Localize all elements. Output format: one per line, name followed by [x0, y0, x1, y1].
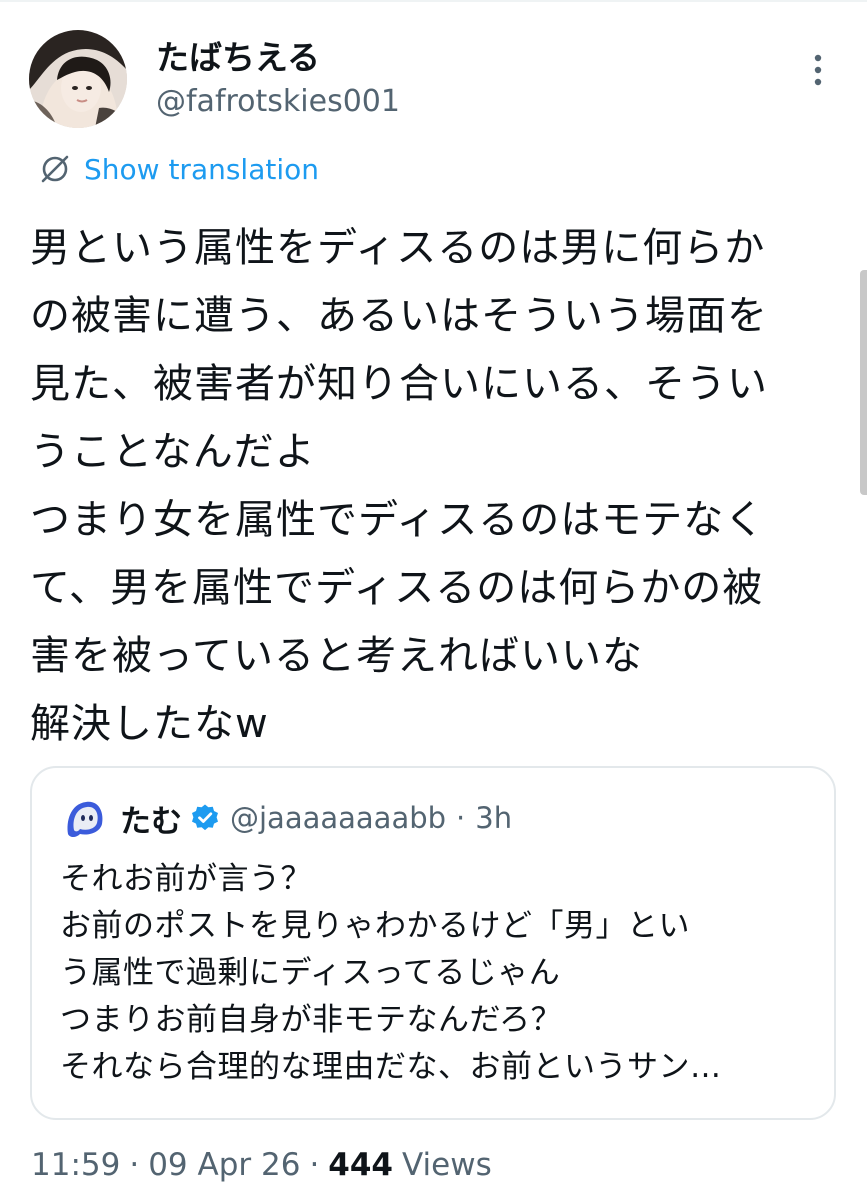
author-display-name[interactable]: たばちえる — [156, 38, 320, 78]
user-avatar-photo — [29, 30, 127, 128]
tweet-meta: 11:59 · 09 Apr 26 · 444 Views — [31, 1144, 492, 1186]
quoted-text-line: それお前が言う？ — [60, 861, 312, 897]
quoted-tweet-header: たむ @jaaaaaaaabb · 3h — [120, 796, 512, 840]
quoted-text-line: お前のポストを見りゃわかるけど「男」とい — [60, 908, 690, 944]
more-options-button[interactable] — [796, 50, 840, 90]
views-label[interactable]: Views — [402, 1147, 492, 1183]
blue-ghost-avatar — [60, 794, 108, 842]
tweet-text-line: うことなんだよ — [30, 429, 316, 475]
tweet-text-line: 害を被っていると考えればいいな — [30, 633, 643, 679]
quoted-author-handle[interactable]: @jaaaaaaaabb — [230, 801, 446, 835]
tweet-text-line: 男という属性をディスるのは男に何らか — [30, 225, 766, 271]
show-translation-link[interactable]: Show translation — [38, 150, 319, 188]
quoted-tweet-text: それお前が言う？ お前のポストを見りゃわかるけど「男」とい う属性で過剰にディス… — [60, 856, 820, 1091]
tweet-text-line: の被害に遭う、あるいはそういう場面を — [30, 293, 768, 339]
tweet-text-line: つまり女を属性でディスるのはモテなく — [30, 497, 766, 543]
quoted-author-name[interactable]: たむ — [120, 796, 182, 841]
quoted-timestamp[interactable]: 3h — [475, 801, 512, 835]
quoted-text-line: つまりお前自身が非モテなんだろ？ — [60, 1002, 563, 1038]
tweet-text-line: て、男を属性でディスるのは何らかの被 — [30, 565, 764, 611]
author-handle[interactable]: @fafrotskies001 — [156, 83, 400, 121]
tweet-date[interactable]: 09 Apr 26 — [148, 1147, 300, 1183]
meta-separator: · — [129, 1147, 140, 1183]
quoted-text-line: う属性で過剰にディスってるじゃん — [60, 955, 561, 991]
author-avatar[interactable] — [29, 30, 127, 128]
verified-badge-icon — [192, 804, 218, 831]
quoted-author-avatar[interactable] — [60, 794, 108, 842]
quoted-tweet-card[interactable]: たむ @jaaaaaaaabb · 3h それお前が言う？ お前のポストを見りゃ… — [30, 766, 836, 1120]
translate-icon — [41, 155, 69, 183]
quoted-separator: · — [456, 801, 466, 835]
tweet-text-line: 解決したなw — [30, 701, 269, 747]
views-count[interactable]: 444 — [328, 1147, 393, 1183]
top-divider — [0, 0, 867, 2]
show-translation-label: Show translation — [84, 152, 320, 186]
meta-separator: · — [309, 1147, 320, 1183]
tweet-text-line: 見た、被害者が知り合いにいる、そうい — [30, 361, 768, 407]
tweet-time[interactable]: 11:59 — [31, 1147, 120, 1183]
quoted-text-line: それなら合理的な理由だな、お前というサン… — [60, 1049, 722, 1085]
more-vertical-icon — [814, 54, 822, 86]
tweet-text: 男という属性をディスるのは男に何らか の被害に遭う、あるいはそういう場面を 見た… — [30, 214, 830, 758]
scrollbar-thumb[interactable] — [860, 270, 867, 495]
